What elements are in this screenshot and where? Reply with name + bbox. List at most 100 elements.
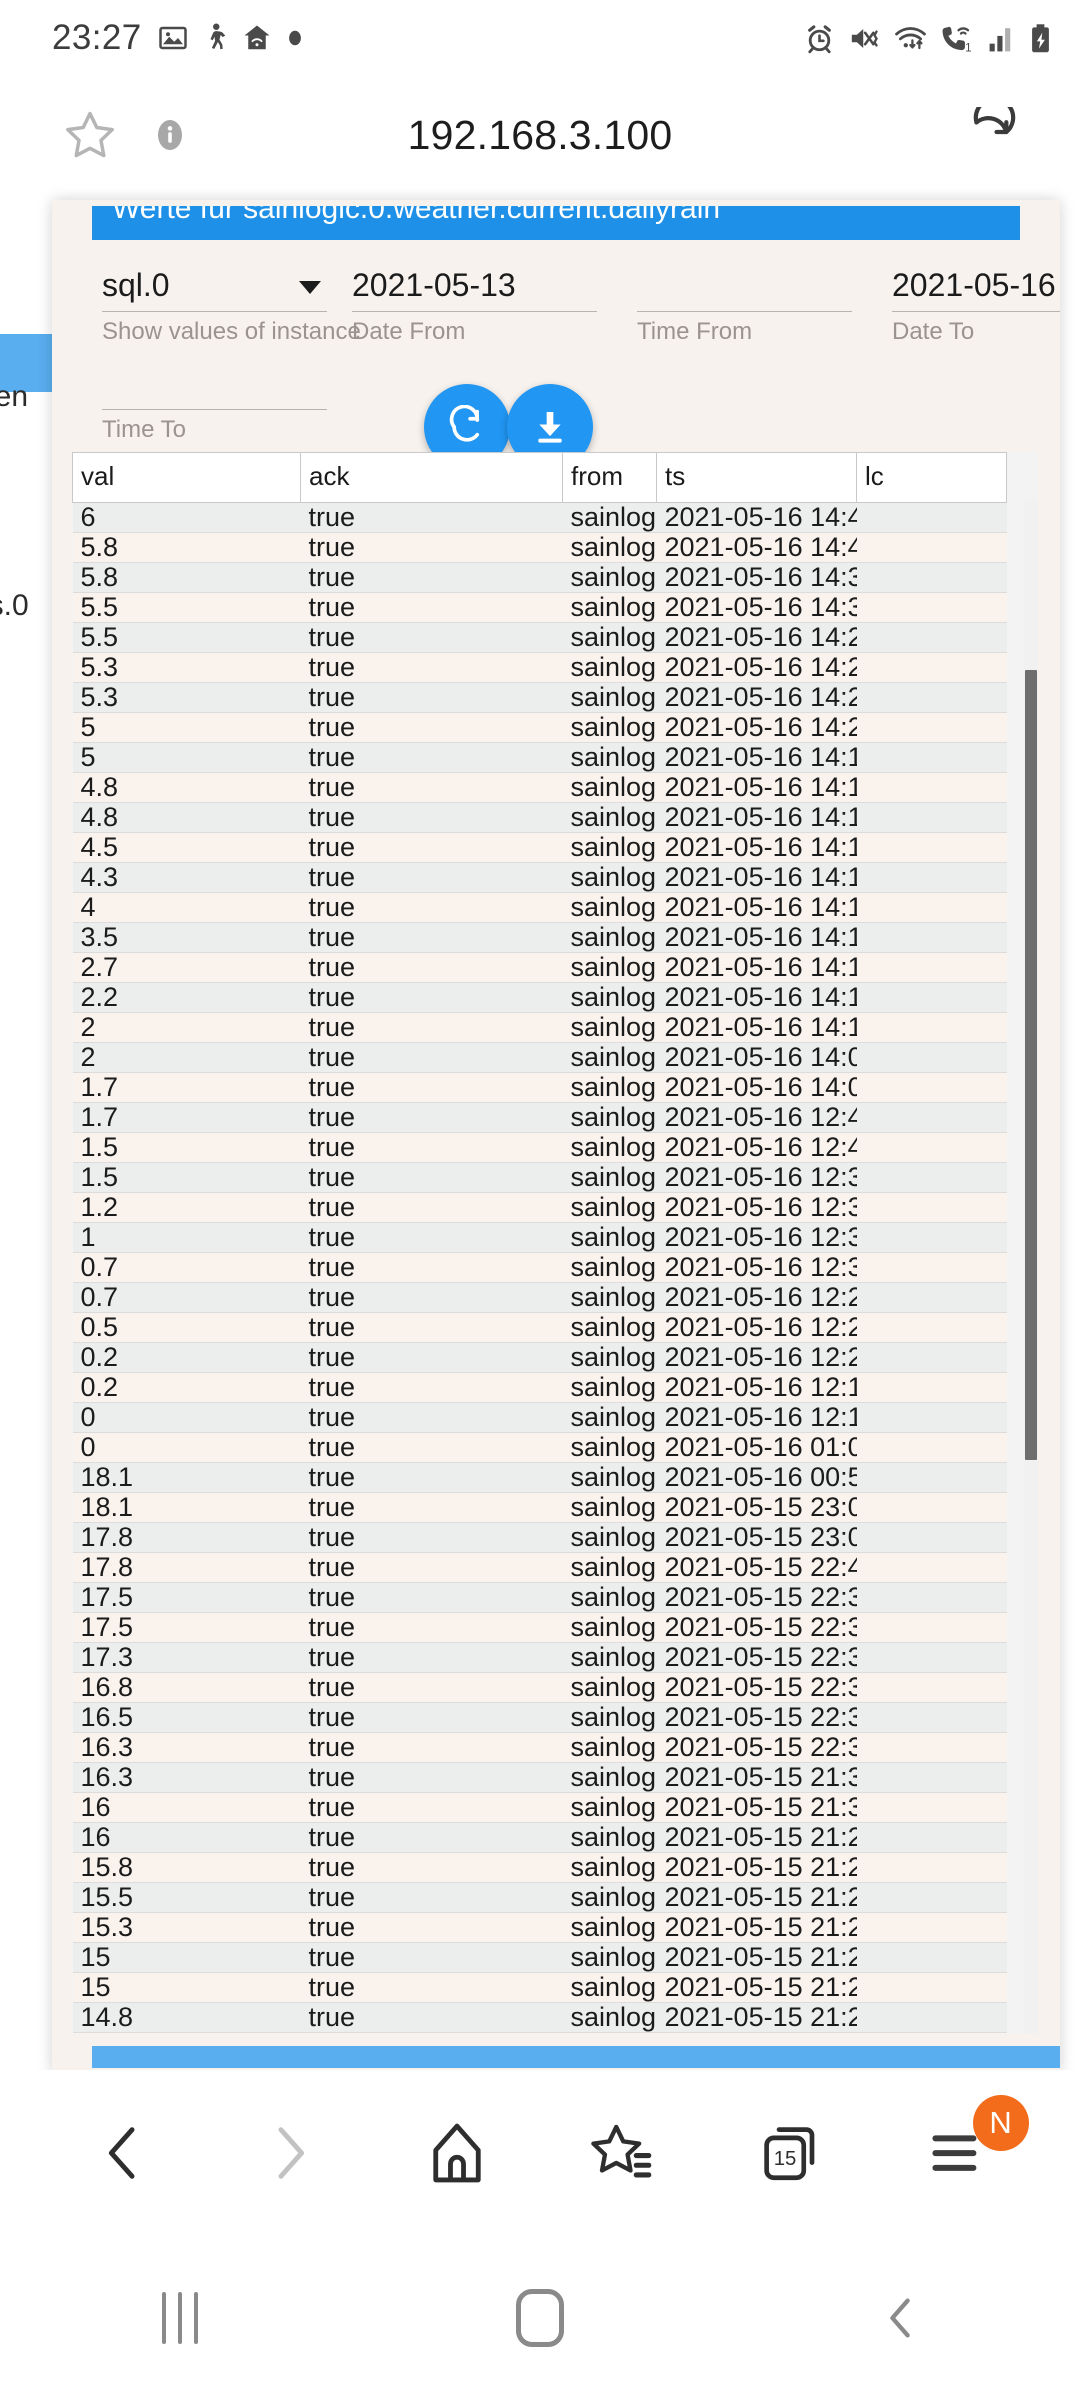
cell-ack: true [300, 1012, 563, 1043]
table-row[interactable]: 16.5truesainlogic.02021-05-15 22:33:02.1… [72, 1702, 1007, 1733]
table-row[interactable]: 4.8truesainlogic.02021-05-16 14:18:43.79… [72, 772, 1007, 803]
table-row[interactable]: 5truesainlogic.02021-05-16 14:21:46.795 [72, 712, 1007, 743]
table-row[interactable]: 0.2truesainlogic.02021-05-16 12:15:42.28… [72, 1372, 1007, 1403]
table-row[interactable]: 6truesainlogic.02021-05-16 14:43:07.874 [72, 502, 1007, 533]
table-row[interactable]: 5.8truesainlogic.02021-05-16 14:33:58.83… [72, 562, 1007, 593]
table-row[interactable]: 16.8truesainlogic.02021-05-15 22:34:03.5… [72, 1672, 1007, 1703]
table-row[interactable]: 18.1truesainlogic.02021-05-15 23:03:32.1… [72, 1492, 1007, 1523]
cell-ts: 2021-05-16 12:34:00.370 [656, 1192, 857, 1223]
col-header-val[interactable]: val [72, 452, 301, 503]
cell-ack: true [300, 1462, 563, 1493]
cell-ts: 2021-05-16 14:10:36.086 [656, 1012, 857, 1043]
table-row[interactable]: 0truesainlogic.02021-05-16 01:00:33.068 [72, 1432, 1007, 1463]
nav-bookmarks-button[interactable] [563, 2093, 683, 2213]
table-row[interactable]: 16.3truesainlogic.02021-05-15 21:34:03.7… [72, 1762, 1007, 1793]
cell-ts: 2021-05-16 00:59:30.596 [656, 1462, 857, 1493]
table-row[interactable]: 17.5truesainlogic.02021-05-15 22:39:08.0… [72, 1582, 1007, 1613]
col-header-from[interactable]: from [562, 452, 657, 503]
col-header-ts[interactable]: ts [656, 452, 857, 503]
cell-val: 15 [72, 1972, 301, 2003]
table-row[interactable]: 0.7truesainlogic.02021-05-16 12:29:56.34… [72, 1282, 1007, 1313]
nav-tabs-button[interactable]: 15 [730, 2093, 850, 2213]
col-header-ack[interactable]: ack [300, 452, 563, 503]
date-to-input[interactable]: 2021-05-16 Date To [892, 267, 1060, 345]
cell-val: 1.5 [72, 1132, 301, 1163]
table-row[interactable]: 1.2truesainlogic.02021-05-16 12:34:00.37… [72, 1192, 1007, 1223]
table-row[interactable]: 2truesainlogic.02021-05-16 14:10:36.086 [72, 1012, 1007, 1043]
table-row[interactable]: 4.8truesainlogic.02021-05-16 14:17:44.05… [72, 802, 1007, 833]
home-square-icon [516, 2289, 564, 2347]
cell-ack: true [300, 1612, 563, 1643]
table-row[interactable]: 17.8truesainlogic.02021-05-15 22:40:09.0… [72, 1552, 1007, 1583]
table-row[interactable]: 17.8truesainlogic.02021-05-15 23:02:31.1… [72, 1522, 1007, 1553]
table-row[interactable]: 15.8truesainlogic.02021-05-15 21:28:58.7… [72, 1852, 1007, 1883]
system-back-button[interactable] [830, 2248, 970, 2388]
table-row[interactable]: 16truesainlogic.02021-05-15 21:29:59.796 [72, 1822, 1007, 1853]
table-scrollbar-track[interactable] [1024, 500, 1038, 2034]
table-row[interactable]: 1.5truesainlogic.02021-05-16 12:47:13.75… [72, 1132, 1007, 1163]
table-row[interactable]: 1.7truesainlogic.02021-05-16 12:48:14.41… [72, 1102, 1007, 1133]
nav-forward-button[interactable] [230, 2093, 350, 2213]
reload-icon[interactable] [962, 107, 1018, 163]
table-row[interactable]: 1truesainlogic.02021-05-16 12:32:59.724 [72, 1222, 1007, 1253]
table-row[interactable]: 17.5truesainlogic.02021-05-15 22:36:05.0… [72, 1612, 1007, 1643]
time-from-input[interactable]: Time From [637, 278, 852, 345]
cell-lc [856, 1192, 1007, 1223]
table-row[interactable]: 4.5truesainlogic.02021-05-16 14:16:41.76… [72, 832, 1007, 863]
nav-back-button[interactable] [63, 2093, 183, 2213]
cell-lc [856, 1522, 1007, 1553]
table-row[interactable]: 15.5truesainlogic.02021-05-15 21:27:57.7… [72, 1882, 1007, 1913]
table-row[interactable]: 15.3truesainlogic.02021-05-15 21:26:56.7… [72, 1912, 1007, 1943]
url-text[interactable]: 192.168.3.100 [0, 112, 1080, 159]
table-row[interactable]: 0.2truesainlogic.02021-05-16 12:27:54.34… [72, 1342, 1007, 1373]
cell-val: 4.8 [72, 802, 301, 833]
table-row[interactable]: 14.8truesainlogic.02021-05-15 21:12:42.6… [72, 2032, 1007, 2034]
cell-from: sainlogic.0 [562, 832, 657, 863]
table-row[interactable]: 5.3truesainlogic.02021-05-16 14:22:47.79… [72, 682, 1007, 713]
backdrop-text-a: gen [0, 380, 29, 413]
instance-select[interactable]: sql.0 Show values of instance [102, 267, 361, 345]
cell-lc [856, 712, 1007, 743]
table-row[interactable]: 16.3truesainlogic.02021-05-15 22:32:01.3… [72, 1732, 1007, 1763]
col-header-lc[interactable]: lc [856, 452, 1007, 503]
table-row[interactable]: 5truesainlogic.02021-05-16 14:19:44.784 [72, 742, 1007, 773]
date-from-input[interactable]: 2021-05-13 Date From [352, 267, 597, 345]
table-row[interactable]: 0.7truesainlogic.02021-05-16 12:31:58.34… [72, 1252, 1007, 1283]
table-row[interactable]: 0truesainlogic.02021-05-16 12:14:41.275 [72, 1402, 1007, 1433]
system-home-button[interactable] [470, 2248, 610, 2388]
table-row[interactable]: 0.5truesainlogic.02021-05-16 12:28:55.34… [72, 1312, 1007, 1343]
table-row[interactable]: 2.7truesainlogic.02021-05-16 14:12:37.75… [72, 952, 1007, 983]
system-recents-button[interactable] [110, 2248, 250, 2388]
table-row[interactable]: 2.2truesainlogic.02021-05-16 14:11:36.75… [72, 982, 1007, 1013]
nav-menu-button[interactable]: N [897, 2093, 1029, 2213]
cell-ts: 2021-05-16 14:08:33.744 [656, 1072, 857, 1103]
table-row[interactable]: 14.8truesainlogic.02021-05-15 21:23:53.7… [72, 2002, 1007, 2033]
cell-ts: 2021-05-16 14:15:40.773 [656, 862, 857, 893]
time-to-input[interactable]: Time To [102, 376, 327, 443]
table-row[interactable]: 2truesainlogic.02021-05-16 14:09:34.739 [72, 1042, 1007, 1073]
table-row[interactable]: 4truesainlogic.02021-05-16 14:14:39.765 [72, 892, 1007, 923]
cell-ts: 2021-05-15 21:29:59.796 [656, 1822, 857, 1853]
table-row[interactable]: 1.5truesainlogic.02021-05-16 12:35:01.37… [72, 1162, 1007, 1193]
home-wifi-icon [244, 25, 270, 50]
table-row[interactable]: 1.7truesainlogic.02021-05-16 14:08:33.74… [72, 1072, 1007, 1103]
table-row[interactable]: 16truesainlogic.02021-05-15 21:33:02.762 [72, 1792, 1007, 1823]
table-row[interactable]: 5.8truesainlogic.02021-05-16 14:42:07.28… [72, 532, 1007, 563]
table-row[interactable]: 18.1truesainlogic.02021-05-16 00:59:30.5… [72, 1462, 1007, 1493]
table-row[interactable]: 3.5truesainlogic.02021-05-16 14:13:39.01… [72, 922, 1007, 953]
table-row[interactable]: 4.3truesainlogic.02021-05-16 14:15:40.77… [72, 862, 1007, 893]
nav-home-button[interactable] [397, 2093, 517, 2213]
table-scrollbar-thumb[interactable] [1025, 670, 1037, 1460]
cell-from: sainlogic.0 [562, 1402, 657, 1433]
cell-ack: true [300, 802, 563, 833]
table-row[interactable]: 5.5truesainlogic.02021-05-16 14:25:50.80… [72, 622, 1007, 653]
dot-icon [288, 30, 301, 46]
cell-ack: true [300, 1762, 563, 1793]
table-row[interactable]: 17.3truesainlogic.02021-05-15 22:35:04.0… [72, 1642, 1007, 1673]
cell-val: 2 [72, 1042, 301, 1073]
table-row[interactable]: 5.3truesainlogic.02021-05-16 14:24:49.79… [72, 652, 1007, 683]
table-row[interactable]: 15truesainlogic.02021-05-15 21:24:54.719 [72, 1972, 1007, 2003]
values-table-container[interactable]: val ack from ts lc 6truesainlogic.02021-… [72, 452, 1038, 2034]
table-row[interactable]: 15truesainlogic.02021-05-15 21:25:55.731 [72, 1942, 1007, 1973]
table-row[interactable]: 5.5truesainlogic.02021-05-16 14:32:57.83… [72, 592, 1007, 623]
